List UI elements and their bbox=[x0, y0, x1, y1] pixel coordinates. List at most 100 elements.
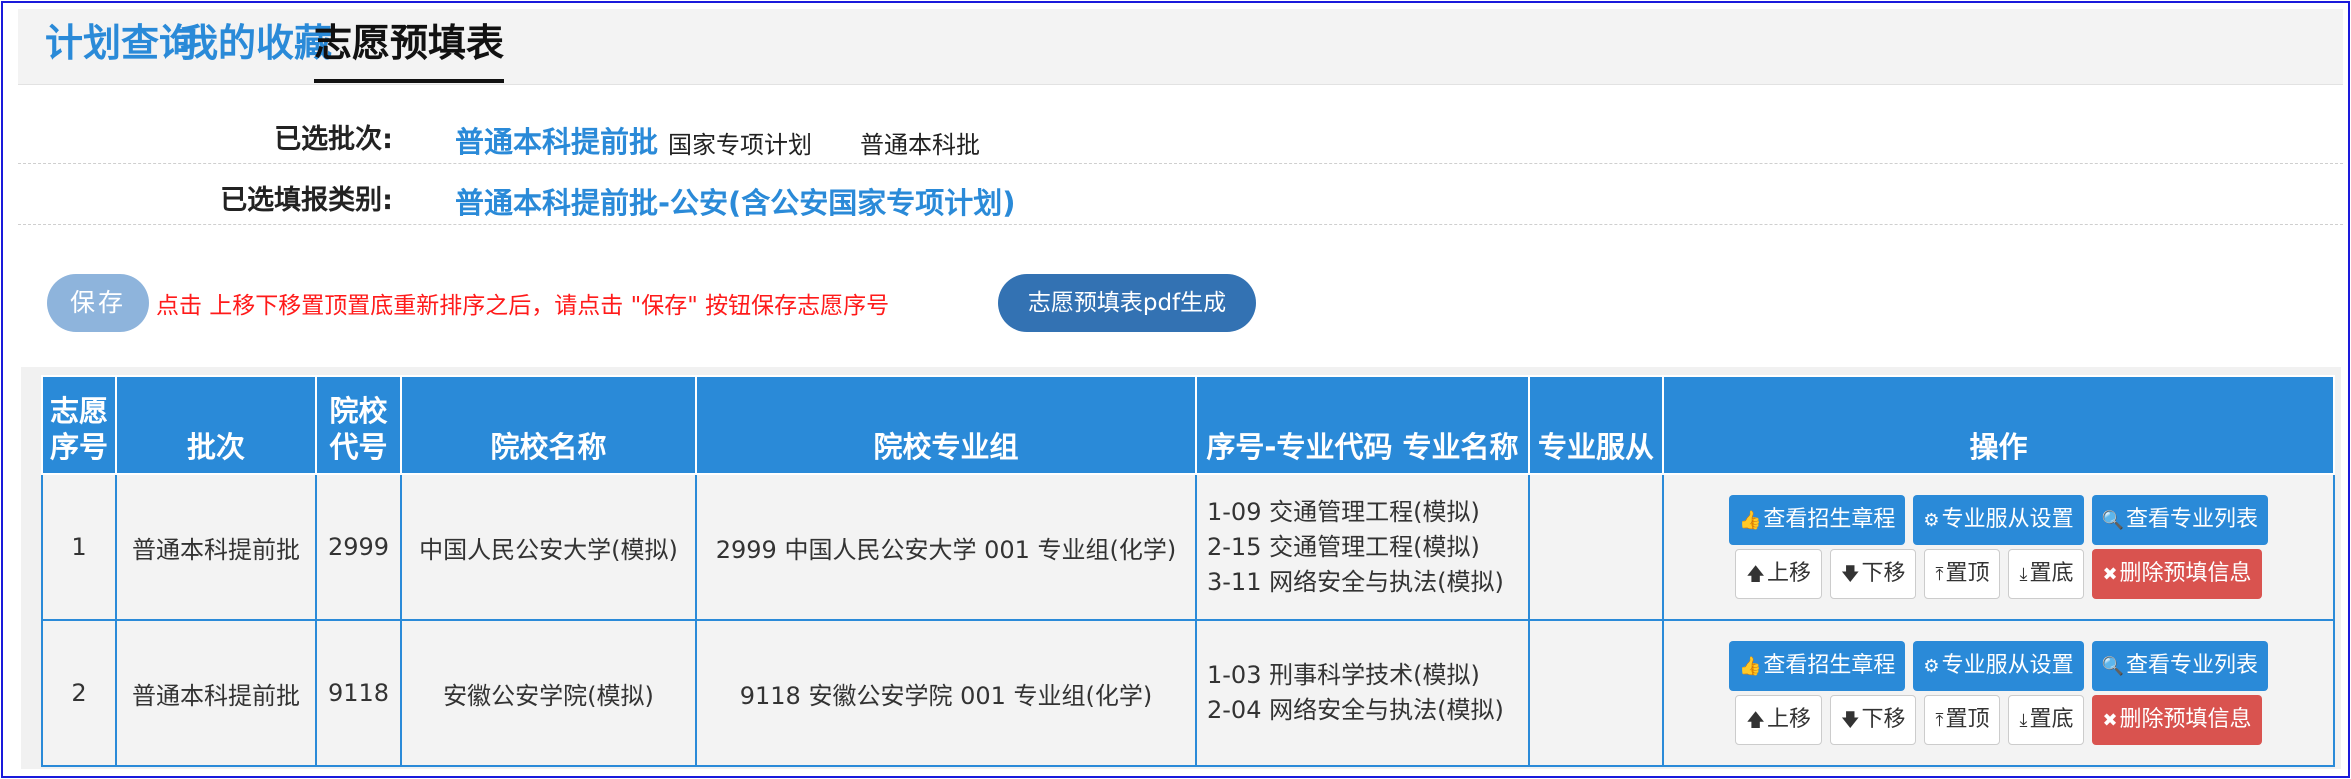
batch-option-national-special[interactable]: 国家专项计划 bbox=[668, 125, 812, 160]
tab-preference-form[interactable]: 志愿预填表 bbox=[314, 15, 505, 83]
obey-setting-label: 专业服从设置 bbox=[1941, 653, 2074, 678]
major-item: 1-09 交通管理工程(模拟) bbox=[1207, 497, 1480, 526]
thumbs-up-icon: 👍 bbox=[1738, 656, 1762, 677]
category-value: 普通本科提前批-公安(含公安国家专项计划) bbox=[455, 186, 1016, 220]
move-bottom-label: 置底 bbox=[2029, 561, 2074, 586]
move-top-label: 置顶 bbox=[1945, 707, 1990, 732]
cell-code: 9118 bbox=[315, 619, 402, 767]
move-up-label: 上移 bbox=[1766, 707, 1811, 732]
close-icon: ✖ bbox=[2102, 564, 2118, 585]
view-major-list-label: 查看专业列表 bbox=[2126, 653, 2259, 678]
batch-option-advanced[interactable]: 普通本科提前批 bbox=[455, 119, 658, 161]
arrow-to-top-icon: ⤒ bbox=[1935, 710, 1944, 731]
generate-pdf-button[interactable]: 志愿预填表pdf生成 bbox=[998, 274, 1256, 332]
tab-my-favorites[interactable]: 我的收藏 bbox=[180, 15, 332, 71]
cell-name: 中国人民公安大学(模拟) bbox=[400, 473, 697, 621]
cell-group: 2999 中国人民公安大学 001 专业组(化学) bbox=[695, 473, 1197, 621]
arrow-up-icon: 🡅 bbox=[1746, 710, 1765, 731]
delete-entry-label: 删除预填信息 bbox=[2119, 561, 2252, 586]
tab-bar: 计划查询 我的收藏 志愿预填表 bbox=[18, 9, 2343, 85]
cell-obey bbox=[1528, 473, 1664, 621]
arrow-down-icon: 🡇 bbox=[1840, 564, 1860, 585]
cell-name: 安徽公安学院(模拟) bbox=[400, 619, 697, 767]
delete-entry-button[interactable]: ✖删除预填信息 bbox=[2092, 695, 2262, 745]
major-item: 2-15 交通管理工程(模拟) bbox=[1207, 532, 1480, 561]
header-group: 院校专业组 bbox=[695, 375, 1197, 475]
header-code-text: 院校代号 bbox=[329, 394, 388, 464]
major-item: 2-04 网络安全与执法(模拟) bbox=[1207, 696, 1504, 724]
move-up-button[interactable]: 🡅上移 bbox=[1735, 695, 1822, 745]
obey-setting-button[interactable]: ⚙专业服从设置 bbox=[1913, 495, 2084, 545]
header-ops: 操作 bbox=[1662, 375, 2335, 475]
arrow-down-icon: 🡇 bbox=[1840, 710, 1860, 731]
view-charter-button[interactable]: 👍查看招生章程 bbox=[1728, 641, 1906, 691]
batch-row: 已选批次: 普通本科提前批 国家专项计划 普通本科批 bbox=[18, 103, 2343, 164]
close-icon: ✖ bbox=[2102, 710, 2118, 731]
arrow-to-top-icon: ⤒ bbox=[1935, 564, 1944, 585]
header-obey: 专业服从 bbox=[1528, 375, 1664, 475]
view-major-list-button[interactable]: 🔍查看专业列表 bbox=[2091, 495, 2269, 545]
move-bottom-button[interactable]: ⤓置底 bbox=[2008, 549, 2085, 599]
move-down-label: 下移 bbox=[1861, 561, 1906, 586]
major-item: 3-11 网络安全与执法(模拟) bbox=[1207, 567, 1504, 596]
thumbs-up-icon: 👍 bbox=[1738, 510, 1762, 531]
major-item: 1-03 刑事科学技术(模拟) bbox=[1207, 661, 1480, 689]
view-charter-button[interactable]: 👍查看招生章程 bbox=[1728, 495, 1906, 545]
header-code: 院校代号 bbox=[315, 375, 402, 475]
move-down-button[interactable]: 🡇下移 bbox=[1829, 549, 1917, 599]
move-down-button[interactable]: 🡇下移 bbox=[1829, 695, 1917, 745]
save-hint: 点击 上移下移置顶置底重新排序之后，请点击 "保存" 按钮保存志愿序号 bbox=[156, 293, 890, 319]
table-row: 2 普通本科提前批 9118 安徽公安学院(模拟) 9118 安徽公安学院 00… bbox=[41, 619, 2335, 767]
arrow-up-icon: 🡅 bbox=[1746, 564, 1765, 585]
tab-plan-query[interactable]: 计划查询 bbox=[45, 15, 197, 71]
cell-code: 2999 bbox=[315, 473, 402, 621]
cell-obey bbox=[1528, 619, 1664, 767]
cell-ops: 👍查看招生章程 ⚙专业服从设置 🔍查看专业列表 🡅上移 🡇下移 ⤒置顶 ⤓置底 … bbox=[1662, 619, 2335, 767]
move-bottom-label: 置底 bbox=[2029, 707, 2074, 732]
move-top-button[interactable]: ⤒置顶 bbox=[1924, 695, 2001, 745]
category-row: 已选填报类别: 普通本科提前批-公安(含公安国家专项计划) bbox=[18, 164, 2343, 225]
cell-seq: 2 bbox=[41, 619, 117, 767]
header-seq-text: 志愿序号 bbox=[50, 394, 109, 464]
move-down-label: 下移 bbox=[1861, 707, 1906, 732]
header-name: 院校名称 bbox=[400, 375, 697, 475]
save-button[interactable]: 保存 bbox=[47, 274, 149, 332]
header-batch: 批次 bbox=[115, 375, 317, 475]
move-top-label: 置顶 bbox=[1945, 561, 1990, 586]
cell-ops: 👍查看招生章程 ⚙专业服从设置 🔍查看专业列表 🡅上移 🡇下移 ⤒置顶 ⤓置底 … bbox=[1662, 473, 2335, 621]
move-bottom-button[interactable]: ⤓置底 bbox=[2008, 695, 2085, 745]
preference-table-wrap: 志愿序号 批次 院校代号 院校名称 院校专业组 序号-专业代码 专业名称 专业服… bbox=[21, 367, 2341, 769]
gear-icon: ⚙ bbox=[1923, 510, 1940, 531]
delete-entry-button[interactable]: ✖删除预填信息 bbox=[2092, 549, 2262, 599]
cell-batch: 普通本科提前批 bbox=[115, 473, 317, 621]
search-icon: 🔍 bbox=[2101, 510, 2124, 531]
table-header-row: 志愿序号 批次 院校代号 院校名称 院校专业组 序号-专业代码 专业名称 专业服… bbox=[41, 375, 2335, 475]
cell-group: 9118 安徽公安学院 001 专业组(化学) bbox=[695, 619, 1197, 767]
view-major-list-label: 查看专业列表 bbox=[2126, 507, 2259, 532]
move-up-label: 上移 bbox=[1766, 561, 1811, 586]
obey-setting-label: 专业服从设置 bbox=[1941, 507, 2074, 532]
view-major-list-button[interactable]: 🔍查看专业列表 bbox=[2091, 641, 2269, 691]
search-icon: 🔍 bbox=[2101, 656, 2124, 677]
cell-seq: 1 bbox=[41, 473, 117, 621]
batch-option-regular[interactable]: 普通本科批 bbox=[860, 125, 980, 160]
batch-label: 已选批次: bbox=[274, 124, 393, 155]
cell-batch: 普通本科提前批 bbox=[115, 619, 317, 767]
arrow-to-bottom-icon: ⤓ bbox=[2019, 564, 2028, 585]
category-label: 已选填报类别: bbox=[220, 185, 393, 216]
header-seq: 志愿序号 bbox=[41, 375, 117, 475]
cell-majors: 1-03 刑事科学技术(模拟) 2-04 网络安全与执法(模拟) bbox=[1195, 619, 1530, 767]
page-frame: 计划查询 我的收藏 志愿预填表 已选批次: 普通本科提前批 国家专项计划 普通本… bbox=[1, 1, 2350, 778]
view-charter-label: 查看招生章程 bbox=[1763, 653, 1896, 678]
preference-table: 志愿序号 批次 院校代号 院校名称 院校专业组 序号-专业代码 专业名称 专业服… bbox=[41, 375, 2335, 767]
arrow-to-bottom-icon: ⤓ bbox=[2019, 710, 2028, 731]
view-charter-label: 查看招生章程 bbox=[1763, 507, 1896, 532]
move-top-button[interactable]: ⤒置顶 bbox=[1924, 549, 2001, 599]
gear-icon: ⚙ bbox=[1923, 656, 1940, 677]
delete-entry-label: 删除预填信息 bbox=[2119, 707, 2252, 732]
header-majors: 序号-专业代码 专业名称 bbox=[1195, 375, 1530, 475]
selection-info: 已选批次: 普通本科提前批 国家专项计划 普通本科批 已选填报类别: 普通本科提… bbox=[18, 103, 2343, 225]
obey-setting-button[interactable]: ⚙专业服从设置 bbox=[1913, 641, 2084, 691]
move-up-button[interactable]: 🡅上移 bbox=[1735, 549, 1822, 599]
table-row: 1 普通本科提前批 2999 中国人民公安大学(模拟) 2999 中国人民公安大… bbox=[41, 473, 2335, 621]
